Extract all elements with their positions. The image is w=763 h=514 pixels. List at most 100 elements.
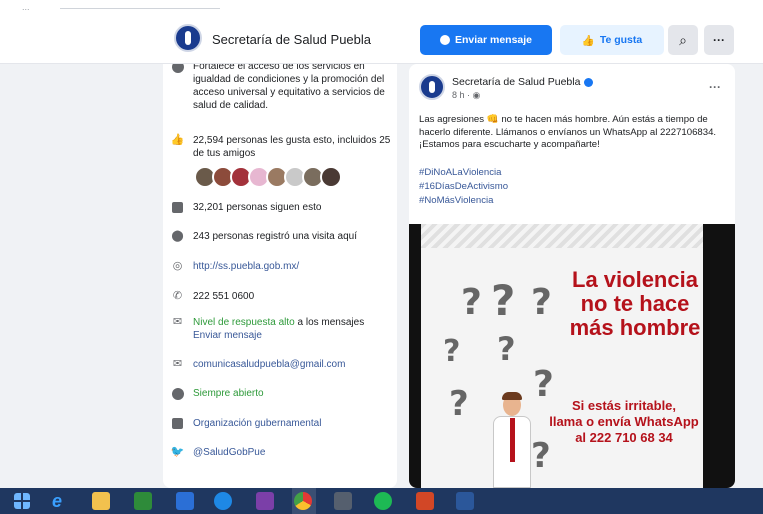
search-button[interactable]: ⌕	[668, 25, 698, 55]
info-email: ✉ comunicasaludpuebla@gmail.com	[171, 358, 391, 371]
friends-avatars[interactable]	[194, 166, 342, 190]
like-page-button[interactable]: 👍 Te gusta	[560, 25, 664, 55]
browser-top-strip: ...	[0, 0, 763, 16]
info-category: Organización gubernamental	[171, 417, 391, 430]
hashtag-link[interactable]: #DiNoALaViolencia	[419, 166, 508, 180]
man-hair	[502, 392, 522, 400]
post-hashtags: #DiNoALaViolencia #16DíasDeActivismo #No…	[419, 166, 508, 208]
page-info-card: Fortalece el acceso de los servicios en …	[163, 64, 397, 488]
info-description: Fortalece el acceso de los servicios en …	[171, 64, 391, 112]
like-label: Te gusta	[599, 34, 643, 46]
category-link[interactable]: Organización gubernamental	[193, 417, 321, 430]
email-link[interactable]: comunicasaludpuebla@gmail.com	[193, 358, 345, 371]
poster-headline-line: La violencia	[572, 267, 698, 292]
thumbs-up-icon: 👍	[581, 34, 595, 47]
poster-subline-line: Si estás irritable,	[571, 398, 677, 413]
post-timestamp[interactable]: 8 h · ◉	[452, 90, 480, 101]
send-message-button[interactable]: Enviar mensaje	[420, 25, 552, 55]
page-header: Secretaría de Salud Puebla Enviar mensaj…	[0, 16, 763, 64]
likes-text: 22,594 personas les gusta esto, incluido…	[193, 135, 391, 159]
messenger-icon	[439, 35, 450, 45]
browser-menu-dots[interactable]: ...	[22, 2, 30, 12]
phone-text: 222 551 0600	[193, 291, 255, 302]
phone-icon: ✆	[172, 290, 183, 302]
powerpoint-icon[interactable]	[416, 492, 434, 510]
followers-icon	[171, 201, 184, 214]
category-icon	[171, 417, 184, 430]
question-mark-graphic: ?	[531, 282, 552, 323]
page-avatar[interactable]	[174, 24, 202, 52]
outlook-icon[interactable]	[176, 492, 194, 510]
clock-icon	[171, 387, 184, 400]
info-checkins: ⬤ 243 personas registró una visita aquí	[171, 230, 391, 243]
post-time-text: 8 h ·	[452, 90, 473, 100]
thumbs-up-icon: 👍	[170, 134, 185, 146]
hours-text: Siempre abierto	[193, 388, 264, 399]
more-icon: ···	[713, 33, 725, 47]
globe-icon: ◉	[472, 90, 481, 100]
info-followers: 32,201 personas siguen esto	[171, 201, 391, 214]
question-mark-graphic: ?	[443, 334, 461, 369]
twitter-link[interactable]: @SaludGobPue	[193, 446, 265, 459]
poster-headline-line: no te hace	[580, 291, 690, 316]
info-twitter: 🐦 @SaludGobPue	[171, 446, 391, 459]
app-icon[interactable]	[334, 492, 352, 510]
poster-subline-line: al 222 710 68 34	[575, 430, 673, 445]
file-explorer-icon[interactable]	[92, 492, 110, 510]
info-phone: ✆ 222 551 0600	[171, 290, 391, 303]
page-name[interactable]: Secretaría de Salud Puebla	[212, 32, 371, 47]
question-mark-graphic: ?	[497, 330, 516, 368]
poster-pattern	[421, 224, 703, 248]
info-likes: 👍 22,594 personas les gusta esto, inclui…	[171, 134, 391, 160]
globe-icon: ◎	[172, 260, 183, 272]
avatar[interactable]	[320, 166, 342, 188]
spotify-icon[interactable]	[374, 492, 392, 510]
poster-subline: Si estás irritable, llama o envía WhatsA…	[545, 398, 703, 446]
chrome-icon[interactable]	[294, 492, 312, 510]
info-icon	[171, 64, 184, 73]
poster-subline-line: llama o envía WhatsApp	[549, 414, 699, 429]
post-author-avatar[interactable]	[419, 74, 445, 100]
question-mark-graphic: ?	[449, 384, 469, 424]
checkins-text: 243 personas registró una visita aquí	[193, 231, 357, 242]
info-hours: Siempre abierto	[171, 387, 391, 400]
info-response: ✉ Nivel de respuesta alto a los mensajes…	[171, 316, 391, 342]
description-text: Fortalece el acceso de los servicios en …	[193, 64, 385, 111]
man-tie	[510, 418, 515, 462]
post-image[interactable]: ? ? ? ? ? ? ? ? La violencia no te hace …	[409, 224, 735, 488]
store-icon[interactable]	[134, 492, 152, 510]
onenote-icon[interactable]	[256, 492, 274, 510]
poster-headline: La violencia no te hace más hombre	[569, 268, 701, 340]
followers-text: 32,201 personas siguen esto	[193, 202, 322, 213]
location-pin-icon: ⬤	[171, 230, 184, 242]
post-text: Las agresiones 👊 no te hacen más hombre.…	[419, 114, 717, 150]
question-mark-graphic: ?	[461, 282, 482, 323]
post-author-name[interactable]: Secretaría de Salud Puebla	[452, 76, 580, 88]
word-icon[interactable]	[456, 492, 474, 510]
windows-start-icon[interactable]	[14, 493, 30, 509]
poster-headline-line: más hombre	[569, 315, 701, 340]
email-icon: ✉	[172, 358, 183, 370]
website-link[interactable]: http://ss.puebla.gob.mx/	[193, 260, 299, 273]
send-message-label: Enviar mensaje	[454, 34, 533, 46]
post-options-button[interactable]: ···	[709, 80, 721, 94]
campaign-poster: ? ? ? ? ? ? ? ? La violencia no te hace …	[421, 224, 703, 488]
send-message-link[interactable]: Enviar mensaje	[193, 330, 262, 341]
post-card: Secretaría de Salud Puebla 8 h · ◉ ··· L…	[409, 64, 735, 488]
tab-divider	[60, 8, 220, 9]
hashtag-link[interactable]: #NoMásViolencia	[419, 194, 508, 208]
response-suffix: a los mensajes	[294, 317, 365, 328]
info-website: ◎ http://ss.puebla.gob.mx/	[171, 260, 391, 273]
post-author: Secretaría de Salud Puebla	[452, 76, 594, 88]
question-mark-graphic: ?	[491, 276, 516, 325]
internet-explorer-icon[interactable]: e	[52, 492, 70, 510]
hp-icon[interactable]	[214, 492, 232, 510]
hashtag-link[interactable]: #16DíasDeActivismo	[419, 180, 508, 194]
message-icon: ✉	[172, 316, 183, 328]
windows-taskbar: e	[0, 488, 763, 514]
response-level: Nivel de respuesta alto	[193, 317, 295, 328]
more-options-button[interactable]: ···	[704, 25, 734, 55]
response-block: Nivel de respuesta alto a los mensajes E…	[193, 316, 364, 342]
search-icon: ⌕	[679, 31, 687, 48]
man-illustration	[483, 392, 543, 488]
